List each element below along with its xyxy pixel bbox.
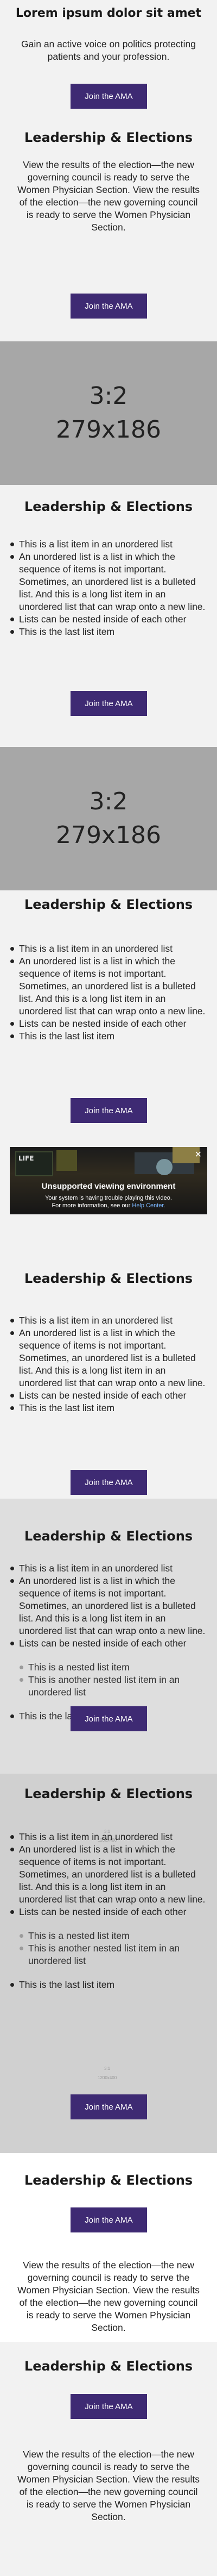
video-error-message: Your system is having trouble playing th… [45,1195,172,1201]
video-player[interactable]: LIFE ✕ Unsupported viewing environment Y… [10,1147,207,1214]
section-title: Leadership & Elections [24,2359,193,2374]
unordered-list: This is a list item in an unordered list… [0,943,217,1043]
leadership-section: Leadership & Elections View the results … [0,117,217,341]
image-placeholder: 3:2 279x186 [0,747,217,890]
section-title: Leadership & Elections [24,1529,193,1544]
list-item: This is a list item in an unordered list [10,1831,206,1843]
list-item-text: Lists can be nested inside of each other [19,1638,187,1649]
image-size-label: 279x186 [55,821,161,849]
list-item: This is the last list item [10,1402,206,1414]
list-item: Lists can be nested inside of each other [10,613,206,626]
unordered-list: This is a list item in an unordered list… [0,1562,217,1723]
background-ratio-label: 3:1 [104,2066,111,2071]
close-icon[interactable]: ✕ [195,1149,202,1159]
unordered-list: This is a list item in an unordered list… [0,1314,217,1414]
list-item: This is a list item in an unordered list [10,943,206,955]
media-section: 3:2 279x186 [0,738,217,890]
hero-section: Lorem ipsum dolor sit amet Gain an activ… [0,0,217,117]
section-title: Leadership & Elections [24,1271,193,1286]
list-item: An unordered list is a list in which the… [10,1575,206,1637]
nested-list-item: This is another nested list item in an u… [19,1674,206,1699]
image-ratio-label: 3:2 [89,382,128,410]
video-error-title: Unsupported viewing environment [41,1182,176,1191]
leadership-section: Leadership & Elections This is a list it… [0,1252,217,1499]
list-item: This is a list item in an unordered list [10,538,206,551]
leadership-section: Leadership & Elections This is a list it… [0,492,217,738]
list-item: An unordered list is a list in which the… [10,551,206,613]
media-section: 3:2 279x186 [0,341,217,492]
hero-text: Gain an active voice on politics protect… [21,39,196,62]
list-item: Lists can be nested inside of each other [10,1389,206,1402]
list-item: This is a list item in an unordered list [10,1314,206,1327]
video-brand-logo: LIFE [18,1155,34,1162]
list-item: This is the last list item [10,1030,206,1043]
list-item: Lists can be nested inside of each other… [10,1906,206,1967]
leadership-section: 3:1 1200x400 3:1 1200x400 Leadership & E… [0,1774,217,2153]
join-button[interactable]: Join the AMA [71,691,147,716]
list-item: An unordered list is a list in which the… [10,955,206,1018]
join-button[interactable]: Join the AMA [71,294,147,319]
leadership-section: Leadership & Elections This is a list it… [0,1499,217,1774]
video-help-text: For more information, see our [52,1202,131,1209]
list-item: This is the last list item [10,626,206,638]
section-paragraph: View the results of the election—the new… [17,159,200,233]
section-title: Leadership & Elections [24,499,193,514]
leadership-section: Leadership & Elections Join the AMA View… [0,2153,217,2342]
nested-list: This is a nested list item This is anoth… [19,1661,206,1699]
nested-list-item: This is another nested list item in an u… [19,1942,206,1967]
nested-list-item: This is a nested list item [19,1930,206,1942]
unordered-list: This is a list item in an unordered list… [0,538,217,638]
list-item: Lists can be nested inside of each other [10,1018,206,1030]
section-title: Leadership & Elections [24,2173,193,2188]
unordered-list: This is a list item in an unordered list… [0,1831,217,1991]
leadership-section: Leadership & Elections This is a list it… [0,890,217,1136]
section-paragraph: View the results of the election—the new… [17,2260,200,2333]
join-button[interactable]: Join the AMA [71,2207,147,2232]
list-item: An unordered list is a list in which the… [10,1843,206,1906]
image-placeholder: 3:2 279x186 [0,341,217,485]
join-button[interactable]: Join the AMA [71,1098,147,1123]
nested-list: This is a nested list item This is anoth… [19,1930,206,1967]
help-center-link[interactable]: Help Center. [132,1202,165,1209]
hero-title: Lorem ipsum dolor sit amet [15,7,202,20]
join-button[interactable]: Join the AMA [71,1706,147,1731]
join-button[interactable]: Join the AMA [71,1470,147,1495]
list-item: This is a list item in an unordered list [10,1562,206,1575]
section-title: Leadership & Elections [24,897,193,912]
list-item: This is the last list item [10,1979,206,1991]
join-button[interactable]: Join the AMA [71,2094,147,2119]
video-section: LIFE ✕ Unsupported viewing environment Y… [0,1136,217,1252]
background-size-label: 1200x400 [98,2075,117,2080]
leadership-section: Leadership & Elections Join the AMA View… [0,2342,217,2576]
list-item: Lists can be nested inside of each other… [10,1637,206,1699]
join-button[interactable]: Join the AMA [71,84,147,109]
join-button[interactable]: Join the AMA [71,2394,147,2419]
list-item-text: Lists can be nested inside of each other [19,1906,187,1917]
section-title: Leadership & Elections [24,1786,193,1801]
nested-list-item: This is a nested list item [19,1661,206,1674]
image-size-label: 279x186 [55,416,161,444]
section-paragraph: View the results of the election—the new… [17,2449,200,2522]
video-error-help: For more information, see our Help Cente… [10,1202,207,1209]
image-ratio-label: 3:2 [89,788,128,815]
list-item: An unordered list is a list in which the… [10,1327,206,1389]
section-title: Leadership & Elections [24,130,193,145]
